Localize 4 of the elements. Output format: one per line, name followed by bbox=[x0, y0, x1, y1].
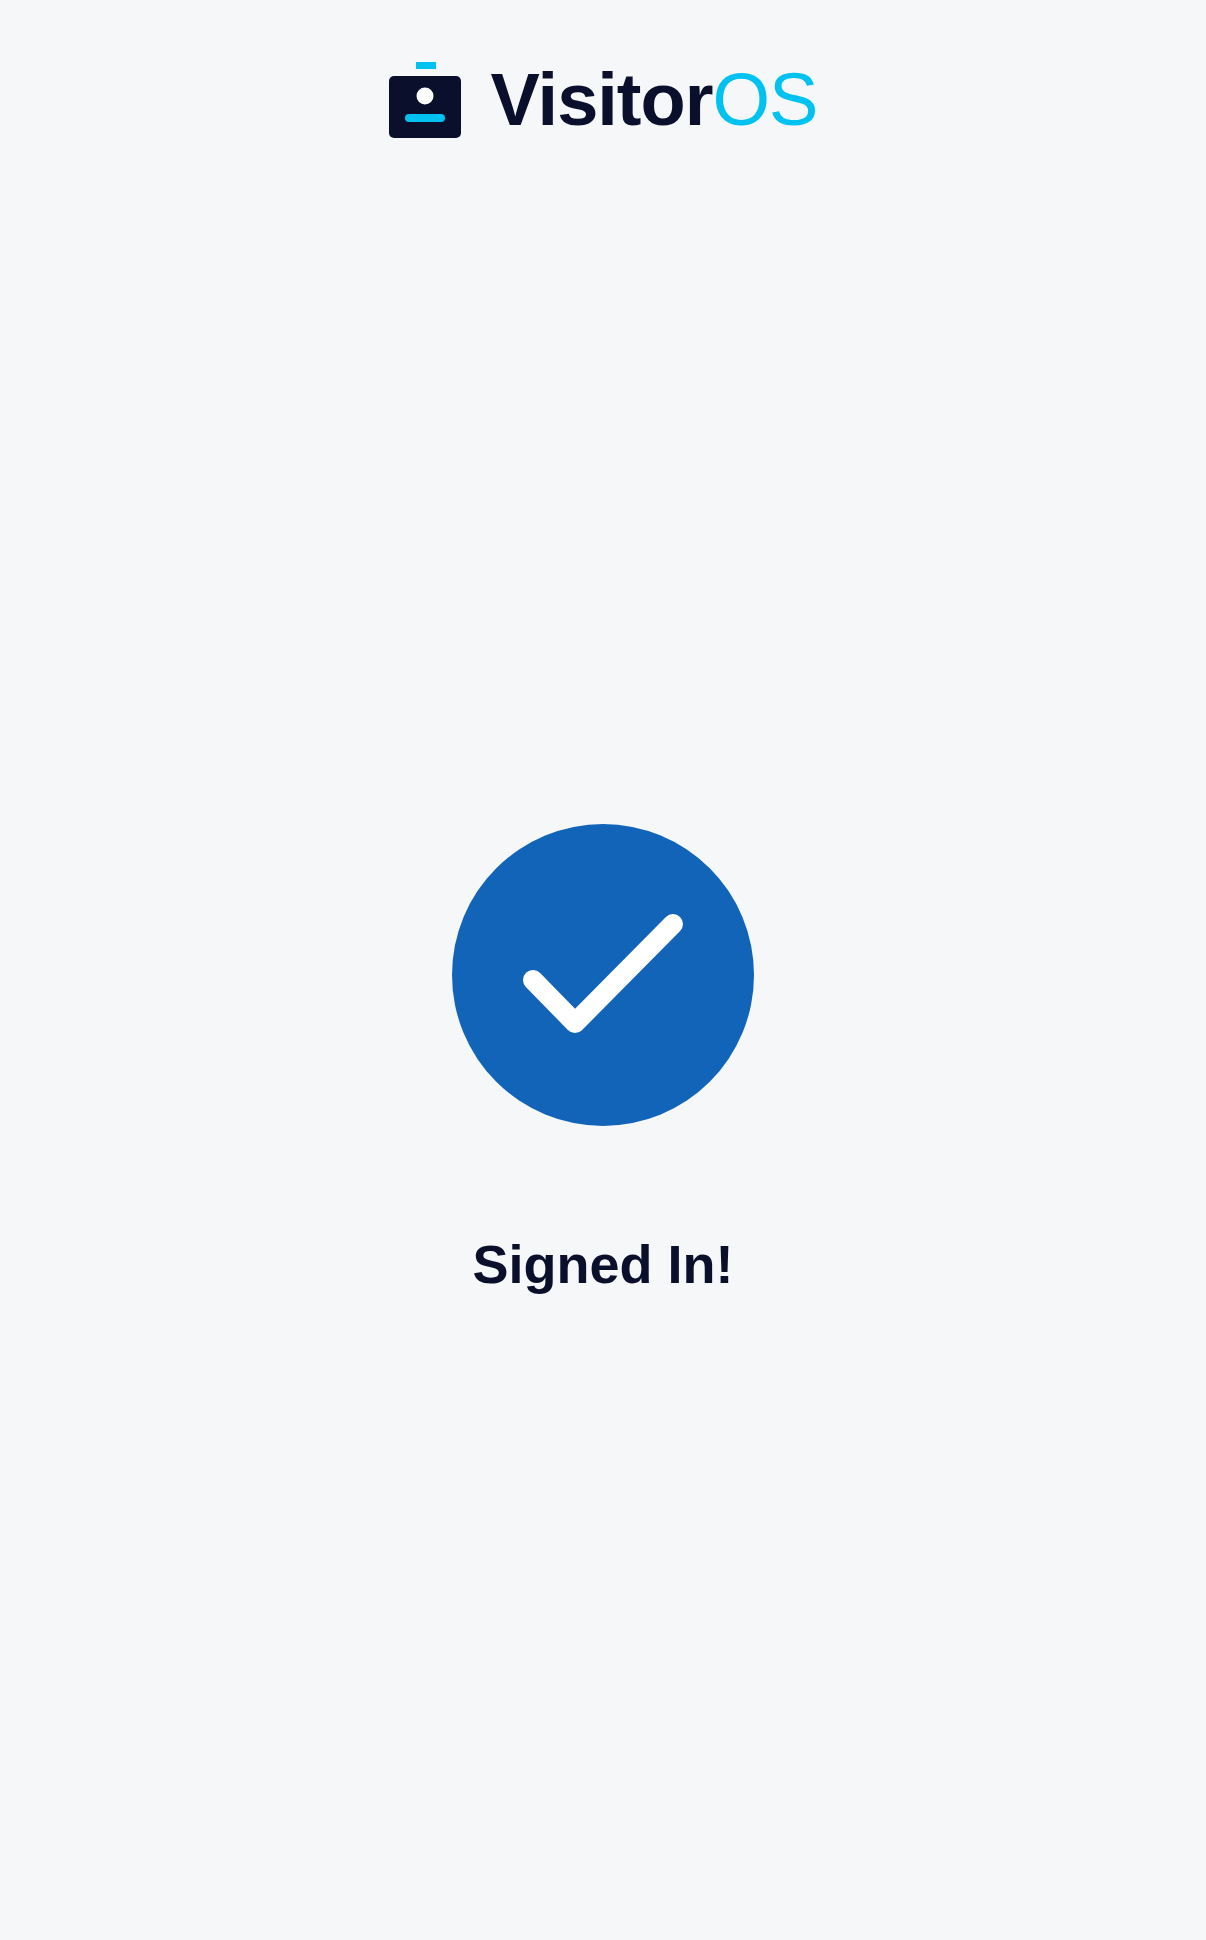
brand-name: VisitorOS bbox=[490, 63, 818, 137]
check-circle-icon bbox=[452, 824, 754, 1126]
status-message: Signed In! bbox=[472, 1233, 734, 1296]
badge-icon bbox=[388, 62, 461, 138]
